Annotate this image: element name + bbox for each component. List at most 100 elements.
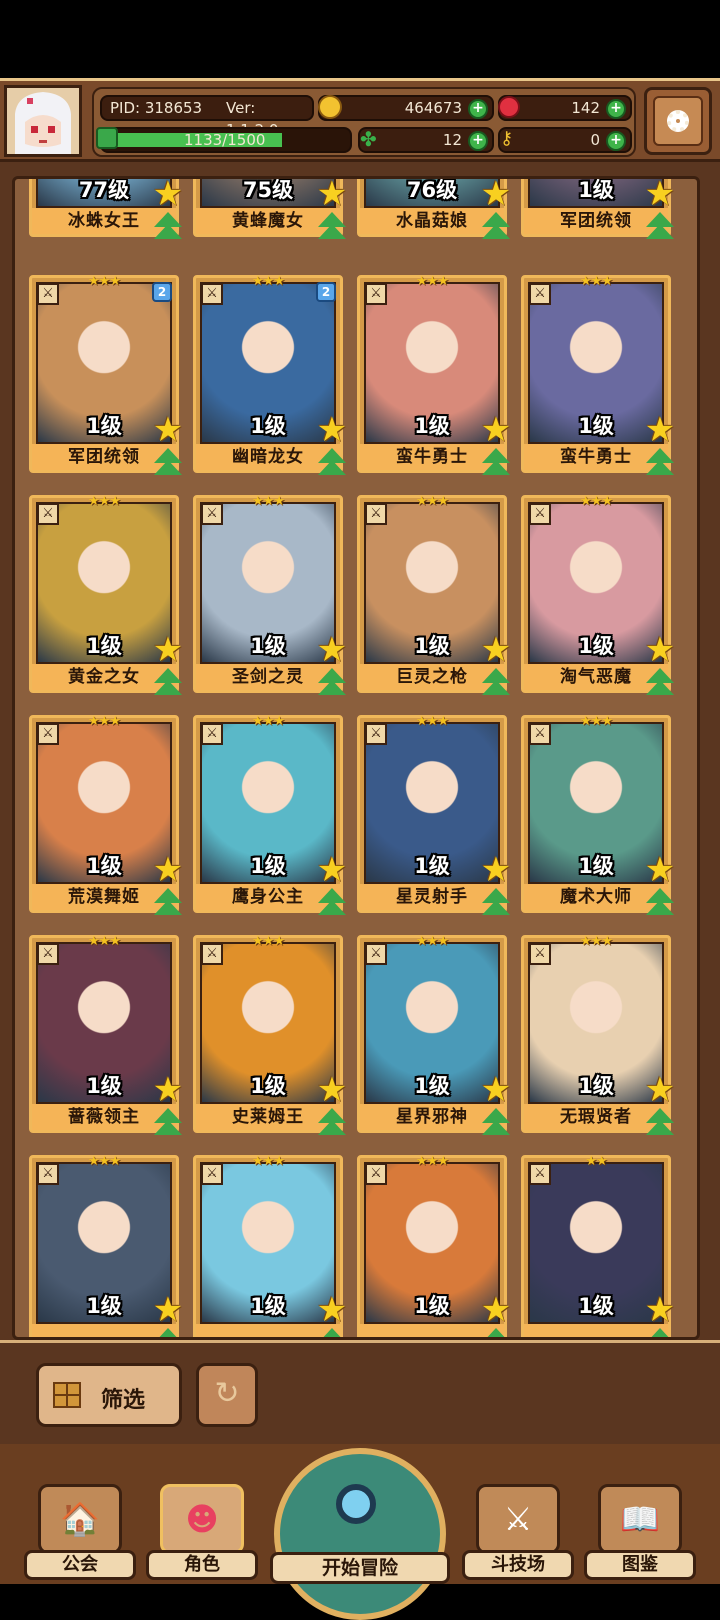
character-card[interactable]: ⚔ ★★★ 1级 巨灵之枪 ★ bbox=[357, 494, 511, 695]
level-up-arrow-icon[interactable] bbox=[314, 448, 350, 478]
level-up-arrow-icon[interactable] bbox=[314, 668, 350, 698]
star-up-icon[interactable]: ★ bbox=[150, 1292, 186, 1328]
star-up-icon[interactable]: ★ bbox=[478, 1072, 514, 1108]
character-card[interactable]: ⚔ ★★ 1级 ★ bbox=[521, 1154, 675, 1337]
id-version-pill: PID: 318653 Ver: 1.1.2.0 bbox=[100, 95, 314, 139]
character-card[interactable]: ⚔ ★★★ 1级 圣剑之灵 ★ bbox=[193, 494, 347, 695]
star-up-icon[interactable]: ★ bbox=[150, 852, 186, 888]
star-up-icon[interactable]: ★ bbox=[478, 1292, 514, 1328]
character-card[interactable]: ⚔ ★★★ 1级 ★ bbox=[29, 1154, 183, 1337]
level-up-arrow-icon[interactable] bbox=[478, 448, 514, 478]
add-gem-icon[interactable]: + bbox=[606, 99, 626, 119]
character-card[interactable]: ⚔ ★★★ 1级 蔷薇领主 ★ bbox=[29, 934, 183, 1135]
rarity-stars: ★★★ bbox=[580, 494, 613, 509]
settings-button[interactable] bbox=[644, 87, 712, 155]
character-card[interactable]: ⚔ ★★★ 1级 史莱姆王 ★ bbox=[193, 934, 347, 1135]
nav-start-adventure[interactable]: 开始冒险 bbox=[270, 1444, 450, 1620]
nav-guild[interactable]: 🏠 公会 bbox=[24, 1484, 136, 1580]
nav-codex[interactable]: 📖 图鉴 bbox=[584, 1484, 696, 1580]
level-up-arrow-icon[interactable] bbox=[150, 1328, 186, 1337]
level-up-arrow-icon[interactable] bbox=[642, 1108, 678, 1138]
character-card[interactable]: ⚔ ★★★ 1级 星灵射手 ★ bbox=[357, 714, 511, 915]
level-up-arrow-icon[interactable] bbox=[314, 212, 350, 242]
star-up-icon[interactable]: ★ bbox=[642, 852, 678, 888]
level-up-arrow-icon[interactable] bbox=[642, 888, 678, 918]
star-up-icon[interactable]: ★ bbox=[314, 179, 350, 212]
character-card[interactable]: ⚔ ★★★ 1级 鹰身公主 ★ bbox=[193, 714, 347, 915]
star-up-icon[interactable]: ★ bbox=[642, 179, 678, 212]
gold-coin-icon bbox=[318, 95, 342, 119]
player-id: PID: 318653 bbox=[110, 99, 203, 117]
level-up-arrow-icon[interactable] bbox=[642, 212, 678, 242]
gem-pill: 142 + bbox=[498, 95, 632, 121]
add-clover-icon[interactable]: + bbox=[468, 131, 488, 151]
level-up-arrow-icon[interactable] bbox=[478, 668, 514, 698]
star-up-icon[interactable]: ★ bbox=[150, 412, 186, 448]
character-card[interactable]: ⚔ ★★★ 1级 ★ bbox=[193, 1154, 347, 1337]
character-card[interactable]: ⚔ ★★★ 1级 黄金之女 ★ bbox=[29, 494, 183, 695]
level-up-arrow-icon[interactable] bbox=[314, 1328, 350, 1337]
rarity-stars: ★★★ bbox=[416, 494, 449, 509]
add-key-icon[interactable]: + bbox=[606, 131, 626, 151]
star-up-icon[interactable]: ★ bbox=[150, 632, 186, 668]
level-up-arrow-icon[interactable] bbox=[642, 668, 678, 698]
level-up-arrow-icon[interactable] bbox=[150, 448, 186, 478]
level-up-arrow-icon[interactable] bbox=[642, 1328, 678, 1337]
level-up-arrow-icon[interactable] bbox=[478, 1108, 514, 1138]
character-card[interactable]: ⚔ ★★★ 1级 荒漠舞姬 ★ bbox=[29, 714, 183, 915]
star-up-icon[interactable]: ★ bbox=[478, 412, 514, 448]
key-amount: 0 bbox=[590, 131, 600, 149]
level-up-arrow-icon[interactable] bbox=[314, 888, 350, 918]
add-gold-icon[interactable]: + bbox=[468, 99, 488, 119]
character-card[interactable]: ⚔ ★★★ 1级 无瑕贤者 ★ bbox=[521, 934, 675, 1135]
star-up-icon[interactable]: ★ bbox=[314, 1072, 350, 1108]
character-card[interactable]: ⚔ ★★★ 2 1级 军团统领 ★ bbox=[29, 274, 183, 475]
star-up-icon[interactable]: ★ bbox=[150, 179, 186, 212]
level-up-arrow-icon[interactable] bbox=[642, 448, 678, 478]
star-up-icon[interactable]: ★ bbox=[478, 179, 514, 212]
level-up-arrow-icon[interactable] bbox=[478, 1328, 514, 1337]
character-card[interactable]: 77级 冰蛛女王 ★ bbox=[29, 179, 183, 239]
character-card[interactable]: 1级 军团统领 ★ bbox=[521, 179, 675, 239]
refresh-button[interactable]: ↻ bbox=[196, 1363, 258, 1427]
character-card[interactable]: ⚔ ★★★ 1级 ★ bbox=[357, 1154, 511, 1337]
star-up-icon[interactable]: ★ bbox=[642, 412, 678, 448]
star-up-icon[interactable]: ★ bbox=[642, 632, 678, 668]
star-up-icon[interactable]: ★ bbox=[478, 632, 514, 668]
player-avatar[interactable] bbox=[4, 85, 82, 157]
character-card[interactable]: ⚔ ★★★ 1级 蛮牛勇士 ★ bbox=[521, 274, 675, 475]
star-up-icon[interactable]: ★ bbox=[642, 1292, 678, 1328]
level-up-arrow-icon[interactable] bbox=[478, 212, 514, 242]
filter-button[interactable]: 筛选 bbox=[36, 1363, 182, 1427]
level-up-arrow-icon[interactable] bbox=[478, 888, 514, 918]
filter-bar: 筛选 ↻ bbox=[0, 1340, 720, 1444]
level-up-arrow-icon[interactable] bbox=[150, 888, 186, 918]
star-up-icon[interactable]: ★ bbox=[150, 1072, 186, 1108]
star-up-icon[interactable]: ★ bbox=[314, 1292, 350, 1328]
character-card[interactable]: ⚔ ★★★ 1级 蛮牛勇士 ★ bbox=[357, 274, 511, 475]
character-card[interactable]: ⚔ ★★★ 1级 魔术大师 ★ bbox=[521, 714, 675, 915]
star-up-icon[interactable]: ★ bbox=[314, 852, 350, 888]
level-up-arrow-icon[interactable] bbox=[150, 668, 186, 698]
star-up-icon[interactable]: ★ bbox=[314, 412, 350, 448]
level-up-arrow-icon[interactable] bbox=[150, 212, 186, 242]
level-up-arrow-icon[interactable] bbox=[150, 1108, 186, 1138]
rarity-stars: ★★★ bbox=[416, 274, 449, 289]
character-card[interactable]: 76级 水晶菇娘 ★ bbox=[357, 179, 511, 239]
clover-amount: 12 bbox=[442, 131, 462, 149]
nav-character[interactable]: ☻ 角色 bbox=[146, 1484, 258, 1580]
level-up-arrow-icon[interactable] bbox=[314, 1108, 350, 1138]
rarity-stars: ★★★ bbox=[580, 934, 613, 949]
character-grid[interactable]: 77级 冰蛛女王 ★ 75级 黄蜂魔女 ★ 76级 水晶菇娘 ★ 1级 军团统领 ★ ⚔ ★★★ 2 1级 军团… bbox=[12, 176, 700, 1340]
gold-amount: 464673 bbox=[404, 99, 462, 117]
star-up-icon[interactable]: ★ bbox=[642, 1072, 678, 1108]
character-card[interactable]: 75级 黄蜂魔女 ★ bbox=[193, 179, 347, 239]
star-up-icon[interactable]: ★ bbox=[478, 852, 514, 888]
avatar-portrait-icon bbox=[7, 88, 79, 154]
character-card[interactable]: ⚔ ★★★ 1级 淘气恶魔 ★ bbox=[521, 494, 675, 695]
nav-arena[interactable]: ⚔ 斗技场 bbox=[462, 1484, 574, 1580]
character-card[interactable]: ⚔ ★★★ 1级 星界邪神 ★ bbox=[357, 934, 511, 1135]
star-up-icon[interactable]: ★ bbox=[314, 632, 350, 668]
character-card[interactable]: ⚔ ★★★ 2 1级 幽暗龙女 ★ bbox=[193, 274, 347, 475]
filter-label: 筛选 bbox=[101, 1388, 146, 1413]
